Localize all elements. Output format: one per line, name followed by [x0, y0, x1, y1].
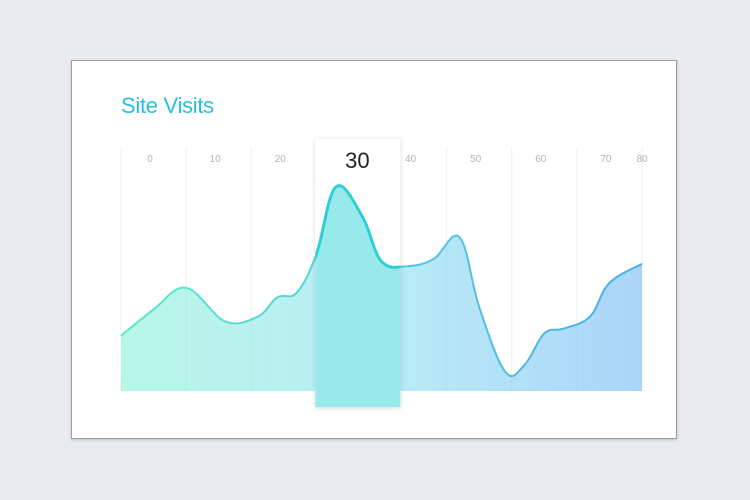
x-tick-label-70: 70	[600, 154, 612, 165]
x-tick-label-80: 80	[636, 154, 648, 165]
site-visits-card: Site Visits 0 10 20 40 50 60 70 80 30	[71, 60, 677, 439]
x-tick-label-50: 50	[470, 154, 482, 165]
x-tick-label-0: 0	[147, 154, 153, 165]
x-tick-label-60: 60	[535, 154, 547, 165]
x-tick-label-10: 10	[210, 154, 222, 165]
x-tick-label-40: 40	[405, 154, 417, 165]
highlight-label: 30	[345, 148, 369, 173]
area-chart: 0 10 20 40 50 60 70 80 30	[120, 139, 648, 407]
x-tick-label-20: 20	[275, 154, 287, 165]
